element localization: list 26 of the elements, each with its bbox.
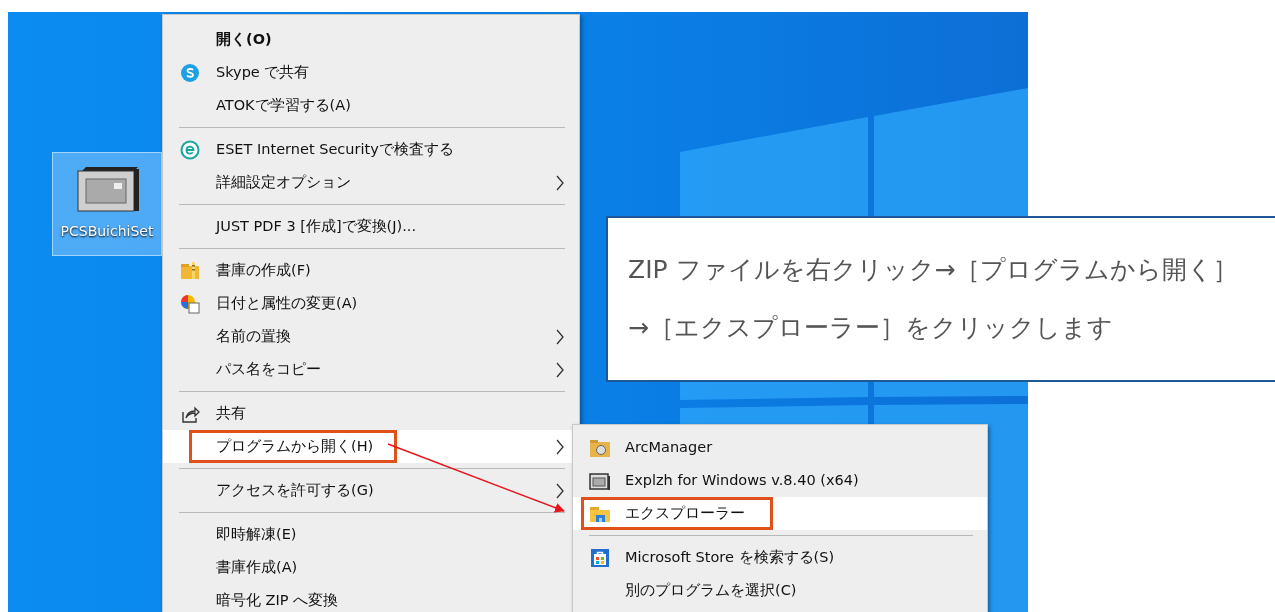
menu-item[interactable]: 名前の置換 (163, 320, 579, 353)
menu-item[interactable]: Skype で共有 (163, 56, 579, 89)
shopping-bag-icon (589, 547, 610, 568)
chevron-right-icon (555, 438, 565, 455)
chat-bubble-icon (180, 62, 200, 83)
chevron-right-icon (555, 482, 565, 499)
zipped-folder-icon (180, 260, 200, 281)
cabinet-icon (588, 470, 611, 491)
folder-icon (588, 437, 611, 458)
menu-item[interactable]: ATOKで学習する(A) (163, 89, 579, 122)
menu-item[interactable]: Microsoft Store を検索する(S) (573, 541, 987, 574)
menu-item[interactable]: 開く(O) (163, 23, 579, 56)
chevron-right-icon (555, 174, 565, 191)
menu-item[interactable]: 日付と属性の変更(A) (163, 287, 579, 320)
callout-text: ZIP ファイルを右クリック→［プログラムから開く］ (628, 253, 1240, 286)
chevron-right-icon (555, 328, 565, 345)
menu-item[interactable]: 詳細設定オプション (163, 166, 579, 199)
menu-item[interactable]: エクスプローラー (573, 497, 987, 530)
menu-item[interactable]: JUST PDF 3 [作成]で変換(J)... (163, 210, 579, 243)
callout-text: →［エクスプローラー］をクリックします (628, 312, 1114, 344)
menu-item[interactable]: 書庫の作成(F) (163, 254, 579, 287)
chevron-right-icon (555, 361, 565, 378)
menu-item[interactable]: ESET Internet Securityで検査する (163, 133, 579, 166)
menu-item[interactable]: 別のプログラムを選択(C) (573, 574, 987, 607)
menu-item[interactable]: パス名をコピー (163, 353, 579, 386)
menu-item[interactable]: 共有 (163, 397, 579, 430)
